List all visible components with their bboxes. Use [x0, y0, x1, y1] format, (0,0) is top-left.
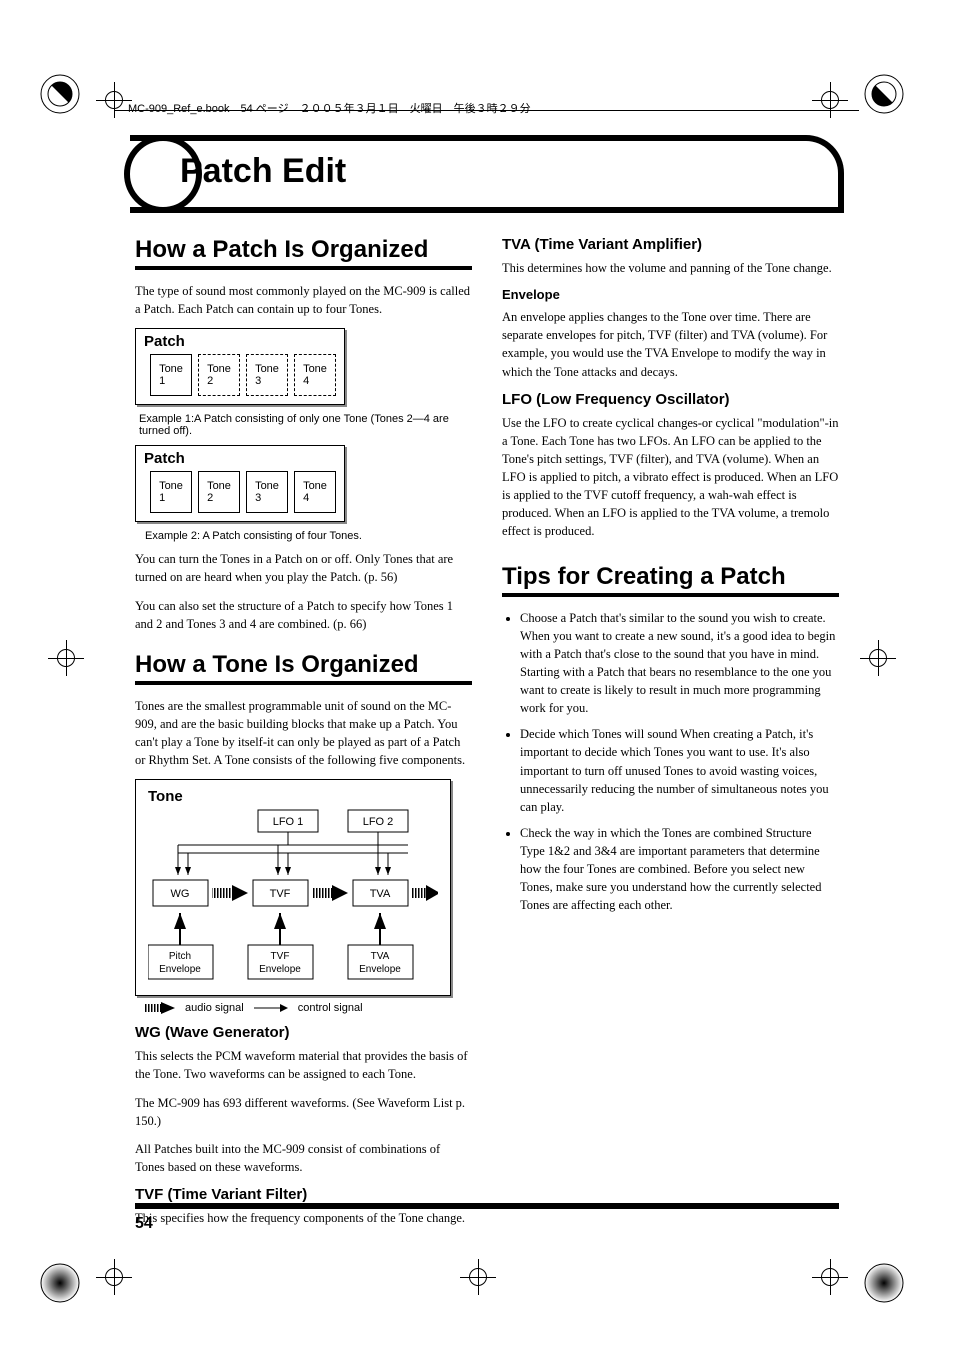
- tone-1: Tone1: [150, 471, 192, 513]
- tone-intro: Tones are the smallest programmable unit…: [135, 697, 472, 770]
- tone-onoff-text: You can turn the Tones in a Patch on or …: [135, 550, 472, 586]
- svg-text:WG: WG: [171, 888, 190, 900]
- example-1-caption: Example 1:A Patch consisting of only one…: [139, 413, 472, 437]
- svg-text:Envelope: Envelope: [259, 964, 301, 975]
- svg-text:TVF: TVF: [270, 888, 291, 900]
- tvf-heading: TVF (Time Variant Filter): [135, 1186, 472, 1203]
- crop-mark-tr: [812, 82, 848, 118]
- patch-label-1: Patch: [144, 333, 336, 350]
- svg-text:TVA: TVA: [371, 951, 390, 962]
- tone-diagram: Tone LFO 1 LFO 2: [135, 779, 472, 996]
- svg-text:LFO 2: LFO 2: [363, 816, 394, 828]
- patch-label-2: Patch: [144, 450, 336, 467]
- heading-tone-org: How a Tone Is Organized: [135, 651, 472, 685]
- crop-mark-tl: [96, 82, 132, 118]
- svg-text:Envelope: Envelope: [359, 964, 401, 975]
- body-columns: How a Patch Is Organized The type of sou…: [135, 236, 839, 1237]
- patch-intro: The type of sound most commonly played o…: [135, 282, 472, 318]
- right-column: TVA (Time Variant Amplifier) This determ…: [502, 236, 839, 1237]
- tone-3-off: Tone3: [246, 354, 288, 396]
- wg-p3: All Patches built into the MC-909 consis…: [135, 1140, 472, 1176]
- tone-3: Tone3: [246, 471, 288, 513]
- heading-tips: Tips for Creating a Patch: [502, 563, 839, 597]
- envelope-p: An envelope applies changes to the Tone …: [502, 308, 839, 381]
- page-title: Patch Edit: [180, 152, 346, 191]
- svg-text:TVF: TVF: [271, 951, 290, 962]
- svg-text:Pitch: Pitch: [169, 951, 191, 962]
- tips-list: Choose a Patch that's similar to the sou…: [502, 609, 839, 915]
- crop-mark-ml: [48, 640, 84, 676]
- legend-control: control signal: [298, 1002, 363, 1014]
- tip-2: Decide which Tones will sound When creat…: [520, 725, 839, 816]
- tone-1-on: Tone1: [150, 354, 192, 396]
- tip-3: Check the way in which the Tones are com…: [520, 824, 839, 915]
- wg-p2: The MC-909 has 693 different waveforms. …: [135, 1094, 472, 1130]
- footer-rule: [135, 1203, 839, 1209]
- header-rule: [115, 110, 859, 111]
- example-2-caption: Example 2: A Patch consisting of four To…: [145, 530, 472, 542]
- corner-circle-tr: [864, 74, 904, 114]
- wg-heading: WG (Wave Generator): [135, 1024, 472, 1041]
- tvf-p: This specifies how the frequency compone…: [135, 1209, 472, 1227]
- lfo-p: Use the LFO to create cyclical changes-o…: [502, 414, 839, 541]
- legend: audio signal control signal: [145, 1002, 472, 1014]
- patch-diagram-2: Patch Tone1 Tone2 Tone3 Tone4: [135, 445, 472, 522]
- heading-patch-org: How a Patch Is Organized: [135, 236, 472, 270]
- left-column: How a Patch Is Organized The type of sou…: [135, 236, 472, 1237]
- tva-heading: TVA (Time Variant Amplifier): [502, 236, 839, 253]
- tva-p: This determines how the volume and panni…: [502, 259, 839, 277]
- corner-circle-br: [864, 1263, 904, 1303]
- tone-structure-text: You can also set the structure of a Patc…: [135, 597, 472, 633]
- tone-box-title: Tone: [148, 788, 438, 805]
- crop-mark-br: [812, 1259, 848, 1295]
- envelope-heading: Envelope: [502, 287, 839, 302]
- lfo-heading: LFO (Low Frequency Oscillator): [502, 391, 839, 408]
- svg-text:TVA: TVA: [370, 888, 391, 900]
- wg-p1: This selects the PCM waveform material t…: [135, 1047, 472, 1083]
- svg-text:LFO 1: LFO 1: [273, 816, 304, 828]
- tone-svg: LFO 1 LFO 2 WG: [148, 805, 438, 985]
- crop-mark-bl: [96, 1259, 132, 1295]
- tone-2-off: Tone2: [198, 354, 240, 396]
- audio-signal-icon: [145, 1002, 175, 1014]
- legend-audio: audio signal: [185, 1002, 244, 1014]
- tone-4-off: Tone4: [294, 354, 336, 396]
- tone-2: Tone2: [198, 471, 240, 513]
- framemaker-header: MC-909_Ref_e.book 54 ページ ２００５年３月１日 火曜日 午…: [128, 100, 531, 116]
- page-number: 54: [135, 1215, 153, 1233]
- control-signal-icon: [254, 1002, 288, 1014]
- crop-mark-mr: [860, 640, 896, 676]
- corner-circle-tl: [40, 74, 80, 114]
- crop-mark-bc: [460, 1259, 496, 1295]
- tip-1: Choose a Patch that's similar to the sou…: [520, 609, 839, 718]
- corner-circle-bl: [40, 1263, 80, 1303]
- svg-text:Envelope: Envelope: [159, 964, 201, 975]
- tone-4: Tone4: [294, 471, 336, 513]
- patch-diagram-1: Patch Tone1 Tone2 Tone3 Tone4: [135, 328, 472, 405]
